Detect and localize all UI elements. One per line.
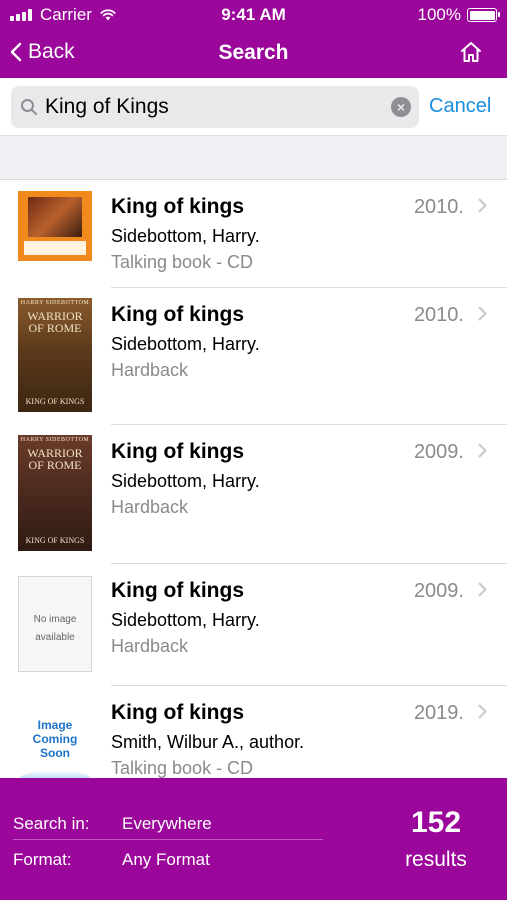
search-icon [21,99,37,115]
result-title: King of kings [111,303,244,326]
result-year: 2009. [413,580,464,602]
search-in-value[interactable]: Everywhere [122,814,212,834]
result-title: King of kings [111,579,244,602]
result-format: Hardback [111,360,189,380]
result-author: Sidebottom, Harry. [111,471,260,491]
result-count: 152 [410,806,462,839]
home-button[interactable] [459,40,483,69]
result-year: 2019. [413,702,464,724]
search-input[interactable] [45,86,385,128]
search-box[interactable]: × [11,86,419,128]
book-cover-placeholder: Image Coming Soon [18,708,92,778]
filter-divider [13,839,323,840]
result-count-label: results [405,848,467,871]
chevron-right-icon [478,198,487,213]
result-title: King of kings [111,440,244,463]
result-title: King of kings [111,195,244,218]
nav-bar: Back Search [0,30,507,78]
format-value[interactable]: Any Format [122,850,210,870]
list-item[interactable]: Image Coming Soon King of kings Smith, W… [0,686,507,778]
result-author: Smith, Wilbur A., author. [111,732,305,752]
result-author: Sidebottom, Harry. [111,226,260,246]
list-item[interactable]: HARRY SIDEBOTTOM WARRIOR OF ROME KING OF … [0,288,507,425]
search-row: × Cancel [0,78,507,136]
list-item[interactable]: King of kings Sidebottom, Harry. Talking… [0,180,507,288]
result-title: King of kings [111,701,244,724]
home-icon [461,42,481,62]
list-item[interactable]: HARRY SIDEBOTTOM WARRIOR OF ROME KING OF … [0,425,507,564]
battery-percent: 100% [417,5,461,24]
chevron-right-icon [478,704,487,719]
page-title: Search [218,41,289,64]
result-format: Talking book - CD [111,252,254,272]
book-cover-placeholder: No image available [18,576,92,672]
battery-icon [467,8,500,22]
search-in-label: Search in: [13,814,90,833]
status-bar: Carrier 9:41 AM 100% [0,0,507,30]
chevron-right-icon [478,306,487,321]
book-cover [18,191,92,261]
result-year: 2010. [413,304,464,326]
results-list[interactable]: King of kings Sidebottom, Harry. Talking… [0,180,507,778]
result-year: 2010. [413,196,464,218]
result-author: Sidebottom, Harry. [111,610,260,630]
result-year: 2009. [413,441,464,463]
result-format: Talking book - CD [111,758,254,778]
filter-bar: Search in: Everywhere Format: Any Format… [0,778,507,900]
format-label: Format: [13,850,72,869]
cancel-button[interactable]: Cancel [429,95,491,118]
book-cover: HARRY SIDEBOTTOM WARRIOR OF ROME KING OF … [18,298,92,412]
result-format: Hardback [111,636,189,656]
status-right: 100% [417,5,500,25]
list-item[interactable]: No image available King of kings Sidebot… [0,564,507,686]
section-header [0,136,507,180]
result-author: Sidebottom, Harry. [111,334,260,354]
chevron-right-icon [478,582,487,597]
clear-icon[interactable]: × [391,97,411,117]
book-cover: HARRY SIDEBOTTOM WARRIOR OF ROME KING OF … [18,435,92,551]
chevron-right-icon [478,443,487,458]
result-format: Hardback [111,497,189,517]
